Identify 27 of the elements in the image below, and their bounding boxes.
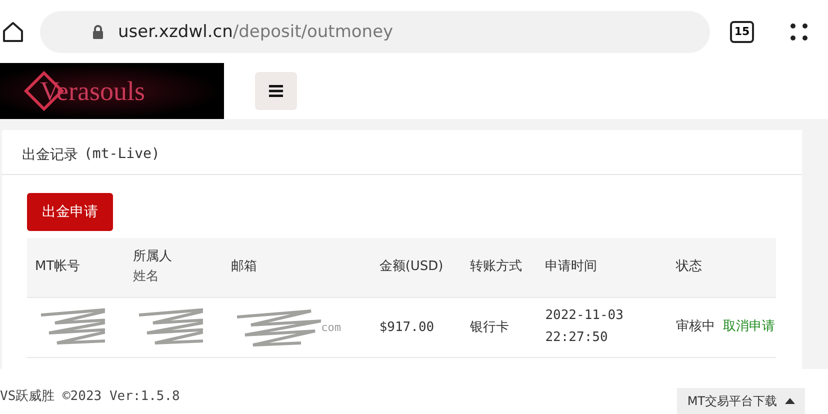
column-header: MT帐号 [27, 238, 126, 297]
table-cell: $917.00 [379, 320, 434, 334]
column-header: 金额(USD) [371, 238, 462, 297]
address-bar[interactable]: user.xzdwl.cn/deposit/outmoney [40, 10, 710, 52]
caret-up-icon [785, 398, 795, 404]
url-text: user.xzdwl.cn/deposit/outmoney [118, 22, 394, 42]
lock-icon [92, 24, 104, 38]
tab-count-button[interactable]: 15 [730, 20, 754, 42]
menu-button[interactable] [255, 72, 297, 110]
menu-icon [269, 85, 283, 97]
table-cell: com [321, 320, 341, 334]
table-cell: 银行卡 [470, 320, 509, 335]
download-tab[interactable]: MT交易平台下载 [677, 388, 805, 414]
status-text: 审核中 [676, 319, 715, 334]
table-cell-text: 2022-11-03 22:27:50 [545, 307, 624, 347]
column-header: 转账方式 [462, 238, 538, 297]
withdraw-request-button[interactable]: 出金申请 [27, 193, 113, 231]
column-header: 所属人 姓名 [125, 238, 224, 297]
home-icon[interactable] [2, 20, 24, 42]
footer-text: VS跃威胜 ©2023 Ver:1.5.8 [0, 388, 180, 404]
menu-dots-icon[interactable] [790, 22, 808, 40]
card-subtitle: (mt-Live) [84, 146, 160, 164]
column-header: 邮箱 [223, 238, 372, 297]
column-header: 申请时间 [537, 238, 668, 297]
column-header: 状态 [668, 238, 776, 297]
card-title: 出金记录 [22, 146, 78, 164]
cancel-link[interactable]: 取消申请 [723, 319, 775, 334]
